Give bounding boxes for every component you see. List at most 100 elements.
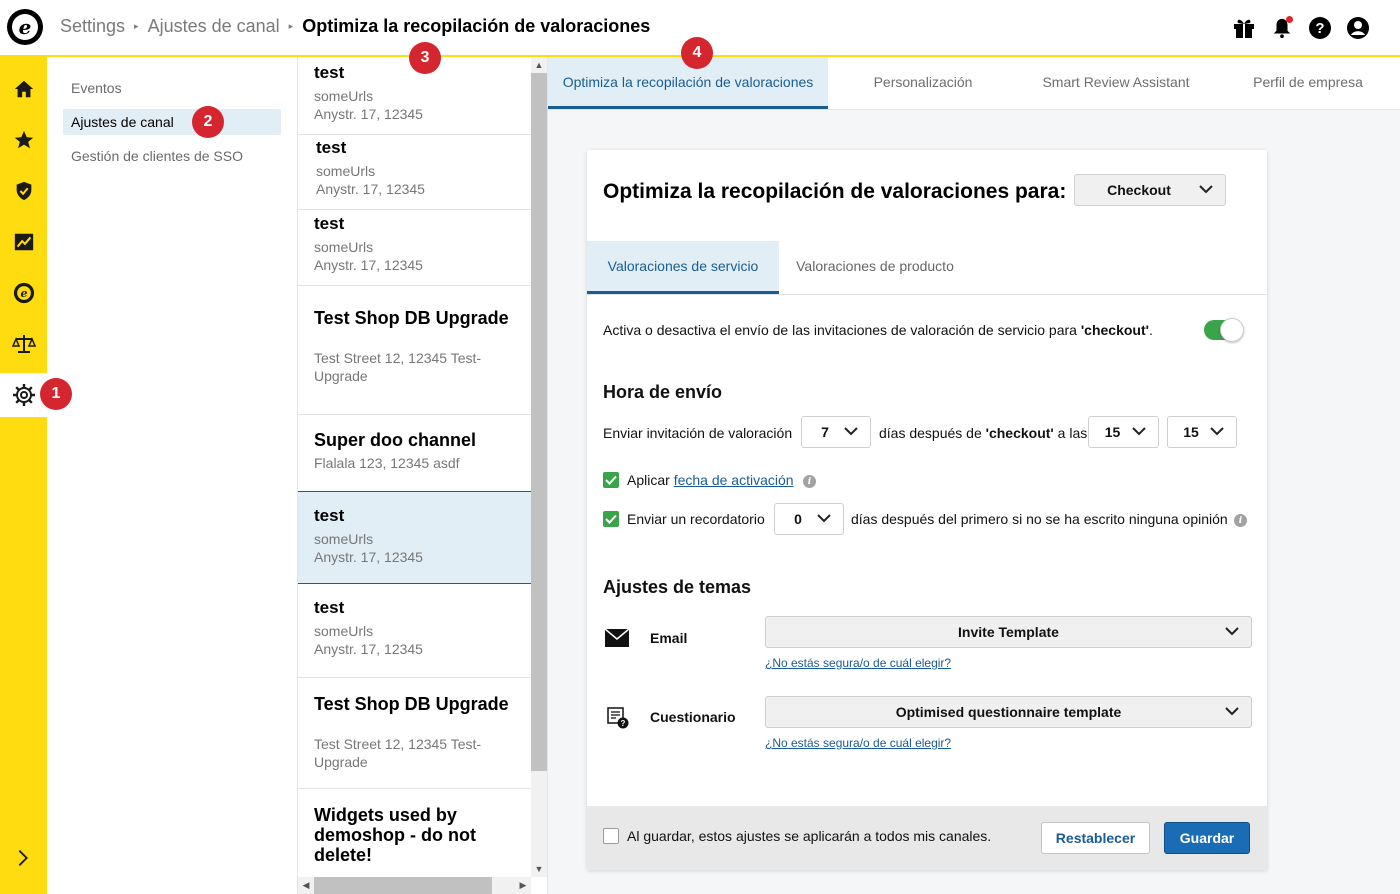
reminder-days-select[interactable]: 0 bbox=[774, 503, 844, 535]
tab-personalization[interactable]: Personalización bbox=[838, 57, 1008, 109]
tab-product-reviews[interactable]: Valoraciones de producto bbox=[779, 241, 971, 294]
scroll-left-icon[interactable]: ◀ bbox=[298, 877, 314, 893]
star-icon[interactable] bbox=[0, 118, 47, 162]
channel-line: someUrls bbox=[316, 163, 376, 179]
scroll-up-icon[interactable]: ▲ bbox=[531, 57, 547, 73]
reset-button[interactable]: Restablecer bbox=[1041, 822, 1150, 854]
channel-type-select[interactable]: Checkout bbox=[1074, 174, 1226, 206]
home-icon[interactable] bbox=[0, 67, 47, 111]
channel-title: test bbox=[314, 214, 345, 233]
channel-line: Test Street 12, 12345 Test- bbox=[314, 736, 482, 752]
apply-all-checkbox[interactable] bbox=[603, 828, 619, 844]
days-select[interactable]: 7 bbox=[801, 416, 871, 448]
svg-text:?: ? bbox=[1315, 20, 1324, 37]
send-invite-label: Enviar invitación de valoración bbox=[603, 425, 793, 441]
service-invite-toggle[interactable] bbox=[1204, 318, 1244, 342]
trusted-logo[interactable]: e bbox=[7, 9, 43, 45]
channel-line: Anystr. 17, 12345 bbox=[314, 549, 423, 565]
breadcrumb-channel-settings[interactable]: Ajustes de canal bbox=[148, 16, 280, 37]
channel-line: Upgrade bbox=[314, 754, 368, 770]
scroll-thumb[interactable] bbox=[531, 73, 547, 771]
channel-line: Upgrade bbox=[314, 368, 368, 384]
channel-line: Test Street 12, 12345 Test- bbox=[314, 350, 482, 366]
channel-line: someUrls bbox=[314, 531, 374, 547]
channel-list: test someUrls Anystr. 17, 12345 test som… bbox=[297, 57, 548, 894]
questionnaire-help-link[interactable]: ¿No estás segura/o de cuál elegir? bbox=[765, 736, 951, 750]
days-after-text: días después de 'checkout' a las bbox=[879, 425, 1088, 441]
notification-dot bbox=[1286, 16, 1293, 23]
breadcrumb-separator-icon: ▸ bbox=[134, 21, 139, 31]
toggle-description: Activa o desactiva el envío de las invit… bbox=[603, 322, 1153, 338]
info-icon[interactable]: i bbox=[1234, 514, 1247, 527]
email-help-link[interactable]: ¿No estás segura/o de cuál elegir? bbox=[765, 656, 951, 670]
scales-icon[interactable] bbox=[0, 322, 47, 366]
channel-card[interactable]: test someUrls Anystr. 17, 12345 bbox=[298, 584, 531, 678]
channel-line: someUrls bbox=[314, 88, 374, 104]
trusted-logo-icon[interactable]: e bbox=[0, 271, 47, 315]
channel-card[interactable]: Test Shop DB Upgrade Test Street 12, 123… bbox=[298, 678, 531, 789]
channel-card[interactable]: Test Shop DB Upgrade Test Street 12, 123… bbox=[298, 286, 531, 415]
email-label: Email bbox=[650, 630, 688, 646]
tab-smart-review-assistant[interactable]: Smart Review Assistant bbox=[1028, 57, 1204, 109]
vertical-scrollbar[interactable]: ▲ ▼ bbox=[531, 57, 547, 877]
reminder-label: Enviar un recordatorio bbox=[627, 511, 765, 527]
tab-service-reviews[interactable]: Valoraciones de servicio bbox=[587, 241, 779, 294]
chevron-down-icon bbox=[1210, 427, 1224, 436]
breadcrumb-settings[interactable]: Settings bbox=[60, 16, 125, 37]
minute-value: 15 bbox=[1183, 424, 1199, 440]
scroll-thumb[interactable] bbox=[314, 877, 492, 894]
channel-card[interactable]: test someUrls Anystr. 17, 12345 bbox=[298, 135, 531, 210]
channel-card[interactable]: test someUrls Anystr. 17, 12345 bbox=[298, 210, 531, 286]
settings-subnav: Eventos Ajustes de canal Gestión de clie… bbox=[47, 57, 297, 894]
chevron-right-icon[interactable] bbox=[12, 847, 34, 872]
toggle-knob bbox=[1220, 318, 1244, 342]
channel-title: test bbox=[314, 598, 345, 617]
channel-title: test bbox=[314, 506, 345, 525]
chevron-down-icon bbox=[844, 427, 858, 436]
channel-card[interactable]: Super doo channel Flalala 123, 12345 asd… bbox=[298, 415, 531, 492]
chart-icon[interactable] bbox=[0, 220, 47, 264]
subnav-item-events[interactable]: Eventos bbox=[63, 75, 281, 101]
channel-card-selected[interactable]: test someUrls Anystr. 17, 12345 bbox=[298, 491, 531, 584]
email-template-value: Invite Template bbox=[958, 624, 1059, 640]
channel-type-value: Checkout bbox=[1107, 182, 1171, 198]
days-value: 7 bbox=[821, 424, 829, 440]
save-button[interactable]: Guardar bbox=[1164, 822, 1250, 854]
scroll-down-icon[interactable]: ▼ bbox=[531, 861, 547, 877]
activation-date-link[interactable]: fecha de activación bbox=[674, 472, 794, 488]
channel-title: Super doo channel bbox=[314, 430, 477, 450]
scroll-right-icon[interactable]: ▶ bbox=[515, 877, 531, 893]
chevron-down-icon bbox=[1132, 427, 1146, 436]
questionnaire-template-select[interactable]: Optimised questionnaire template bbox=[765, 696, 1252, 728]
tab-company-profile[interactable]: Perfil de empresa bbox=[1228, 57, 1388, 109]
chevron-down-icon bbox=[1225, 707, 1239, 716]
channel-line: Anystr. 17, 12345 bbox=[314, 257, 423, 273]
questionnaire-icon: ? bbox=[607, 707, 629, 732]
hour-select[interactable]: 15 bbox=[1088, 416, 1159, 448]
apply-activation-checkbox[interactable] bbox=[603, 472, 619, 488]
annotation-badge: 4 bbox=[681, 37, 713, 69]
chevron-down-icon bbox=[1199, 185, 1213, 194]
subnav-item-channel-settings[interactable]: Ajustes de canal bbox=[63, 109, 281, 135]
channel-line: Flalala 123, 12345 asdf bbox=[314, 455, 460, 471]
chevron-down-icon bbox=[817, 514, 831, 523]
page-title: Optimiza la recopilación de valoraciones bbox=[302, 16, 651, 36]
minute-select[interactable]: 15 bbox=[1167, 416, 1237, 448]
channel-line: someUrls bbox=[314, 239, 374, 255]
info-icon[interactable]: i bbox=[803, 475, 816, 488]
reminder-checkbox[interactable] bbox=[603, 511, 619, 527]
subnav-item-sso-clients[interactable]: Gestión de clientes de SSO bbox=[63, 143, 281, 169]
breadcrumb-separator-icon: ▸ bbox=[288, 21, 294, 31]
channel-line: someUrls bbox=[314, 623, 374, 639]
horizontal-scrollbar[interactable]: ◀ ▶ bbox=[298, 877, 531, 894]
help-icon[interactable]: ? bbox=[1308, 16, 1332, 40]
envelope-icon bbox=[604, 628, 630, 650]
gift-icon[interactable] bbox=[1232, 16, 1256, 40]
bell-icon[interactable] bbox=[1270, 16, 1294, 40]
panel-title: Optimiza la recopilación de valoraciones… bbox=[603, 180, 1067, 203]
channel-title: Test Shop DB Upgrade bbox=[314, 308, 509, 328]
shield-check-icon[interactable] bbox=[0, 169, 47, 213]
email-template-select[interactable]: Invite Template bbox=[765, 616, 1252, 648]
account-icon[interactable] bbox=[1346, 16, 1370, 40]
reminder-days-value: 0 bbox=[794, 511, 802, 527]
